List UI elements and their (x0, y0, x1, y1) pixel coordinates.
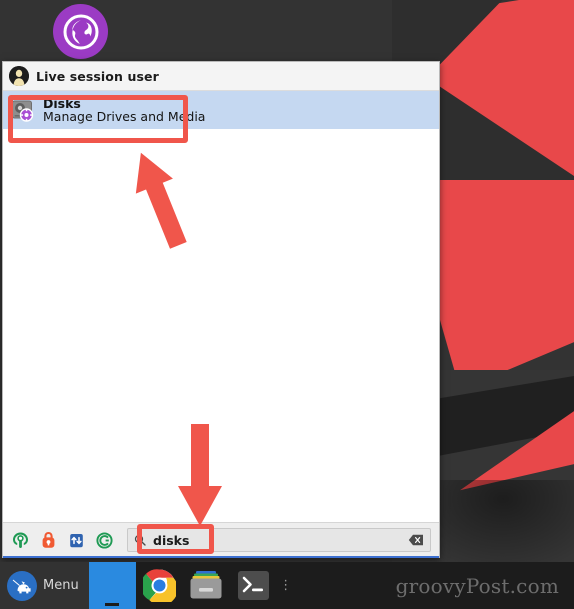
taskbar-menu-label: Menu (43, 578, 79, 593)
desktop-globe-shortcut[interactable] (53, 4, 108, 59)
backspace-clear-icon[interactable] (408, 534, 424, 546)
menu-accent-line (3, 556, 439, 558)
app-list-item-text: Disks Manage Drives and Media (43, 97, 205, 123)
application-menu-panel: Live session user Disks Manage Drives an… (2, 61, 440, 558)
menu-search-field[interactable]: disks (127, 528, 431, 552)
menu-user-header: Live session user (3, 62, 439, 91)
taskbar-overflow-handle[interactable]: ⋮ (277, 562, 295, 609)
settings-manager-icon[interactable] (7, 527, 33, 553)
hard-disk-icon (9, 97, 35, 123)
search-input-value[interactable]: disks (153, 533, 408, 548)
taskbar-item-file-manager[interactable] (183, 562, 230, 609)
app-list-item-disks[interactable]: Disks Manage Drives and Media (3, 91, 439, 129)
desktop-taskbar: Menu ⋮ groovyPost.com (0, 562, 574, 609)
taskbar-menu-button[interactable]: Menu (0, 562, 89, 609)
magnifier-icon (134, 534, 146, 546)
menu-footer-bar: disks (3, 522, 439, 558)
app-subtitle: Manage Drives and Media (43, 109, 206, 124)
switch-user-icon[interactable] (63, 527, 89, 553)
taskbar-item-chrome[interactable] (136, 562, 183, 609)
xfce-mouse-logo-icon (7, 570, 37, 601)
watermark-text: groovyPost.com (395, 573, 559, 598)
live-session-user-label: Live session user (36, 68, 159, 84)
user-avatar-icon (9, 66, 29, 86)
application-results-list: Disks Manage Drives and Media (3, 91, 439, 522)
globe-icon (53, 4, 108, 59)
taskbar-item-active-window[interactable] (88, 562, 136, 609)
taskbar-item-terminal[interactable] (230, 562, 277, 609)
lock-screen-icon[interactable] (35, 527, 61, 553)
screen-root: Live session user Disks Manage Drives an… (0, 0, 574, 609)
log-out-icon[interactable] (91, 527, 117, 553)
